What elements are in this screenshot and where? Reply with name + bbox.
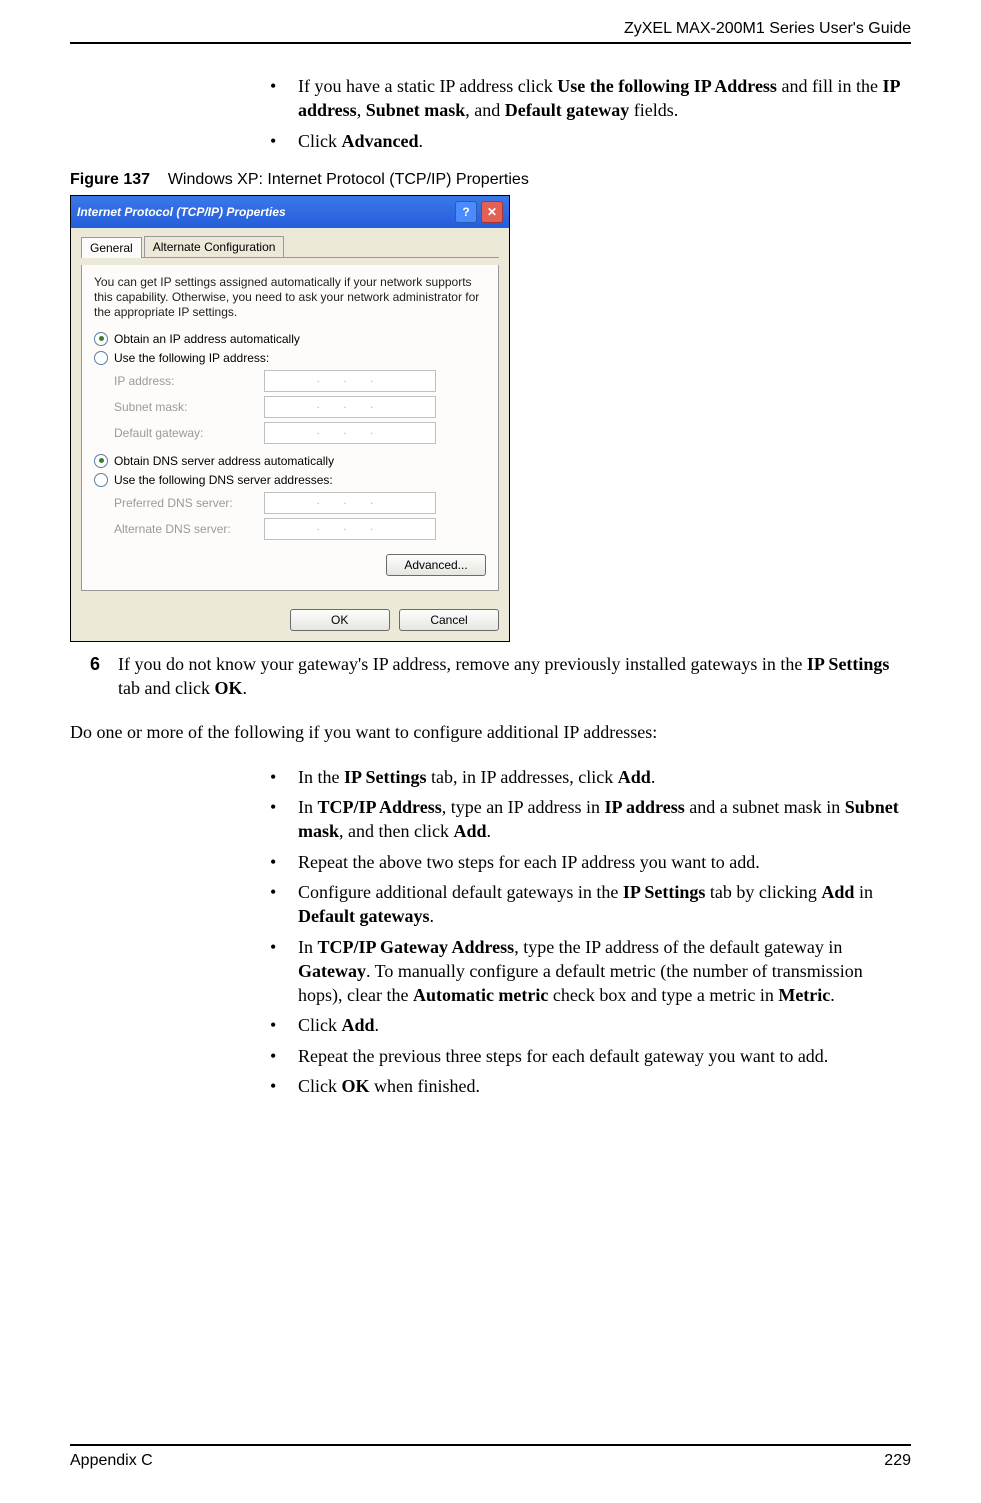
tcpip-properties-dialog: Internet Protocol (TCP/IP) Properties ? … (70, 195, 510, 642)
list-item: •Click Advanced. (270, 129, 911, 153)
step-6: 6 If you do not know your gateway's IP a… (90, 652, 911, 701)
list-item: •Repeat the previous three steps for eac… (270, 1044, 911, 1068)
help-icon[interactable]: ? (455, 201, 477, 223)
more-bullet-list: •In the IP Settings tab, in IP addresses… (270, 765, 911, 1099)
bullet-icon: • (270, 880, 298, 929)
dialog-title: Internet Protocol (TCP/IP) Properties (77, 205, 286, 219)
list-item-text: Configure additional default gateways in… (298, 880, 911, 929)
subnet-mask-input[interactable]: . . . (264, 396, 436, 418)
dialog-tabs: General Alternate Configuration (81, 236, 499, 258)
bullet-icon: • (270, 935, 298, 1008)
tab-alternate-configuration[interactable]: Alternate Configuration (144, 236, 285, 257)
list-item-text: Click Advanced. (298, 129, 423, 153)
dialog-description: You can get IP settings assigned automat… (94, 275, 486, 320)
radio-use-following-ip[interactable] (94, 351, 108, 365)
bullet-icon: • (270, 1044, 298, 1068)
step-number: 6 (90, 652, 118, 701)
dialog-titlebar: Internet Protocol (TCP/IP) Properties ? … (71, 196, 509, 228)
radio-use-following-ip-label: Use the following IP address: (114, 351, 269, 365)
close-icon[interactable]: ✕ (481, 201, 503, 223)
bullet-icon: • (270, 74, 298, 123)
figure-label: Figure 137 (70, 171, 150, 188)
bullet-icon: • (270, 129, 298, 153)
list-item: •In the IP Settings tab, in IP addresses… (270, 765, 911, 789)
default-gateway-input[interactable]: . . . (264, 422, 436, 444)
intro-bullet-list: •If you have a static IP address click U… (270, 74, 911, 153)
footer-page-number: 229 (884, 1452, 911, 1470)
guide-title: ZyXEL MAX-200M1 Series User's Guide (624, 20, 911, 37)
list-item-text: Click Add. (298, 1013, 379, 1037)
bullet-icon: • (270, 1074, 298, 1098)
advanced-button[interactable]: Advanced... (386, 554, 486, 576)
radio-use-following-dns-label: Use the following DNS server addresses: (114, 473, 333, 487)
list-item-text: If you have a static IP address click Us… (298, 74, 911, 123)
list-item: •In TCP/IP Address, type an IP address i… (270, 795, 911, 844)
footer-section: Appendix C (70, 1452, 153, 1470)
ok-button[interactable]: OK (290, 609, 390, 631)
list-item: •In TCP/IP Gateway Address, type the IP … (270, 935, 911, 1008)
bullet-icon: • (270, 795, 298, 844)
cancel-button[interactable]: Cancel (399, 609, 499, 631)
radio-obtain-dns-auto-label: Obtain DNS server address automatically (114, 454, 334, 468)
figure-caption: Figure 137 Windows XP: Internet Protocol… (70, 171, 911, 189)
list-item-text: Repeat the previous three steps for each… (298, 1044, 828, 1068)
list-item: •Configure additional default gateways i… (270, 880, 911, 929)
tab-general[interactable]: General (81, 237, 142, 258)
list-item-text: In TCP/IP Gateway Address, type the IP a… (298, 935, 911, 1008)
page-footer: Appendix C 229 (70, 1444, 911, 1470)
list-item: •Click Add. (270, 1013, 911, 1037)
radio-obtain-ip-auto[interactable] (94, 332, 108, 346)
list-item-text: In TCP/IP Address, type an IP address in… (298, 795, 911, 844)
ip-address-input[interactable]: . . . (264, 370, 436, 392)
bullet-icon: • (270, 1013, 298, 1037)
step-6-text: If you do not know your gateway's IP add… (118, 652, 911, 701)
default-gateway-label: Default gateway: (114, 426, 264, 440)
page-header: ZyXEL MAX-200M1 Series User's Guide (70, 20, 911, 44)
subnet-mask-label: Subnet mask: (114, 400, 264, 414)
radio-use-following-dns[interactable] (94, 473, 108, 487)
figure-text: Windows XP: Internet Protocol (TCP/IP) P… (168, 171, 529, 188)
preferred-dns-label: Preferred DNS server: (114, 496, 264, 510)
radio-obtain-dns-auto[interactable] (94, 454, 108, 468)
list-item: •If you have a static IP address click U… (270, 74, 911, 123)
list-item: •Click OK when finished. (270, 1074, 911, 1098)
alternate-dns-label: Alternate DNS server: (114, 522, 264, 536)
list-item: •Repeat the above two steps for each IP … (270, 850, 911, 874)
bullet-icon: • (270, 850, 298, 874)
mid-paragraph: Do one or more of the following if you w… (70, 720, 911, 744)
bullet-icon: • (270, 765, 298, 789)
radio-obtain-ip-auto-label: Obtain an IP address automatically (114, 332, 300, 346)
list-item-text: Click OK when finished. (298, 1074, 480, 1098)
alternate-dns-input[interactable]: . . . (264, 518, 436, 540)
list-item-text: In the IP Settings tab, in IP addresses,… (298, 765, 655, 789)
list-item-text: Repeat the above two steps for each IP a… (298, 850, 760, 874)
ip-address-label: IP address: (114, 374, 264, 388)
preferred-dns-input[interactable]: . . . (264, 492, 436, 514)
tab-panel-general: You can get IP settings assigned automat… (81, 265, 499, 591)
